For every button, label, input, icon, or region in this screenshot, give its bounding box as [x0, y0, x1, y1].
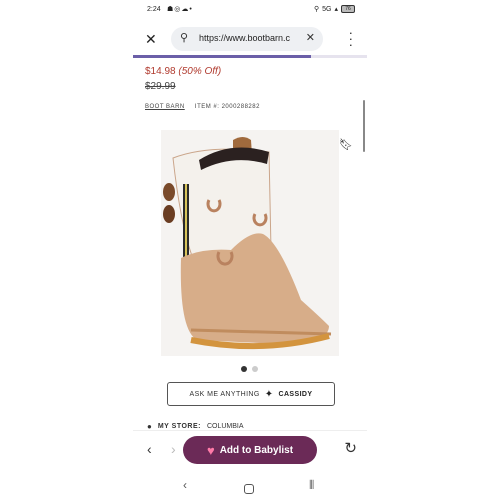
pager-dot[interactable] [252, 366, 258, 372]
reload-icon[interactable]: ↻ [344, 439, 357, 457]
more-menu-icon[interactable]: · · · [349, 26, 353, 51]
sale-price: $14.98 (50% Off) [145, 66, 221, 77]
forward-arrow-icon[interactable]: › [171, 441, 176, 457]
price-value: $14.98 [145, 66, 176, 77]
nav-back-icon[interactable]: ‹ [183, 478, 187, 492]
clear-url-icon[interactable]: ✕ [306, 31, 315, 44]
status-time: 2:24 [147, 6, 161, 13]
boot-illustration [163, 137, 332, 350]
url-text[interactable]: https://www.bootbarn.c [199, 33, 303, 43]
search-icon: ⚲ [180, 32, 189, 44]
address-field[interactable]: ⚲ https://www.bootbarn.c ✕ [171, 27, 323, 51]
location-icon: ⚲ [314, 6, 320, 13]
status-bar: 2:24 ☗◎☁• ⚲ 5G ▴ 76 [133, 4, 367, 18]
page-load-progress [133, 55, 367, 58]
discount-label: (50% Off) [178, 66, 222, 77]
battery-icon: 76 [341, 5, 355, 13]
sparkle-icon: ✦ [264, 388, 274, 400]
product-image[interactable] [161, 130, 339, 356]
notification-icons: ☗◎☁• [167, 6, 193, 13]
back-arrow-icon[interactable]: ‹ [147, 441, 152, 457]
item-number: ITEM #: 2000288282 [194, 104, 260, 110]
scrollbar[interactable] [363, 100, 365, 152]
babylist-label: Add to Babylist [219, 444, 294, 456]
assistant-name: CASSIDY [278, 390, 313, 398]
phone-screen: 2:24 ☗◎☁• ⚲ 5G ▴ 76 ✕ ⚲ https://www.boot… [133, 0, 367, 500]
image-pager[interactable] [241, 366, 258, 372]
system-nav-bar: ‹ ⦀ [133, 472, 367, 500]
status-right: ⚲ 5G ▴ 76 [314, 5, 355, 13]
ask-label: ASK ME ANYTHING [189, 390, 260, 398]
progress-fill [133, 55, 311, 58]
network-label: 5G [322, 5, 332, 13]
close-tab-icon[interactable]: ✕ [145, 31, 157, 48]
signal-icon: ▴ [334, 6, 338, 13]
bookmark-icon[interactable]: 🔖︎ [339, 138, 353, 151]
brand-link[interactable]: BOOT BARN [145, 104, 185, 110]
brand-row: BOOT BARN ITEM #: 2000288282 [145, 104, 260, 110]
url-bar: ✕ ⚲ https://www.bootbarn.c ✕ · · · [133, 24, 367, 54]
browser-toolbar: ‹ › ♥ Add to Babylist ↻ [133, 430, 367, 471]
original-price: $29.99 [145, 81, 176, 92]
nav-recents-icon[interactable]: ⦀ [309, 478, 314, 493]
heart-icon: ♥ [206, 442, 215, 458]
pager-dot[interactable] [241, 366, 247, 372]
ask-me-anything-button[interactable]: ASK ME ANYTHING ✦ CASSIDY [167, 382, 335, 406]
store-label: MY STORE: [157, 423, 201, 430]
add-to-babylist-button[interactable]: ♥ Add to Babylist [183, 436, 317, 464]
store-name: COLUMBIA [206, 423, 244, 430]
